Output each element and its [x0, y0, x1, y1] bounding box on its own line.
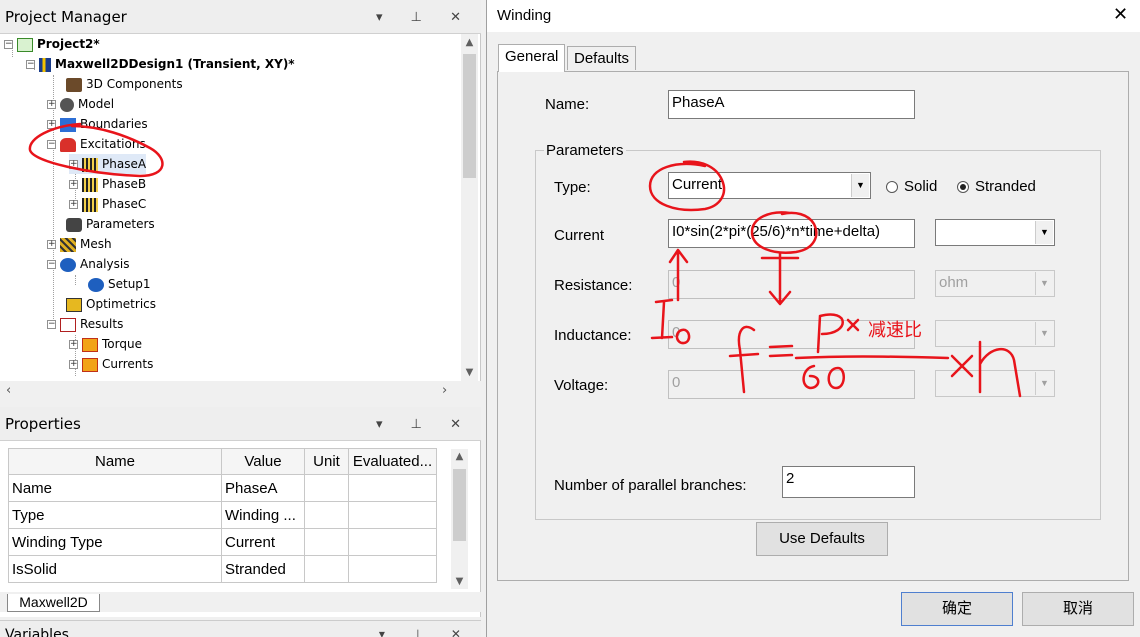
annotation-60 — [802, 364, 845, 390]
annotation-ratio-text: 减速比 — [868, 320, 922, 341]
annotation-n — [978, 340, 1022, 398]
annotation-circle-ratio — [750, 211, 818, 254]
annotation-circle-type — [648, 160, 726, 212]
annotation-equals — [768, 344, 794, 358]
annotation-arrow-down — [760, 252, 800, 306]
annotation-circle-excitations — [28, 122, 164, 178]
annotation-fraction-bar — [794, 355, 950, 360]
annotation-i0 — [650, 298, 691, 345]
annotation-p — [816, 313, 844, 354]
annotation-f — [728, 325, 760, 394]
handwritten-annotations: 减速比 — [28, 122, 1022, 398]
annotation-x — [950, 354, 974, 378]
annotation-arrow-up — [668, 248, 689, 302]
tab-general[interactable]: General — [498, 44, 566, 72]
annotation-multiply-small — [846, 318, 860, 332]
